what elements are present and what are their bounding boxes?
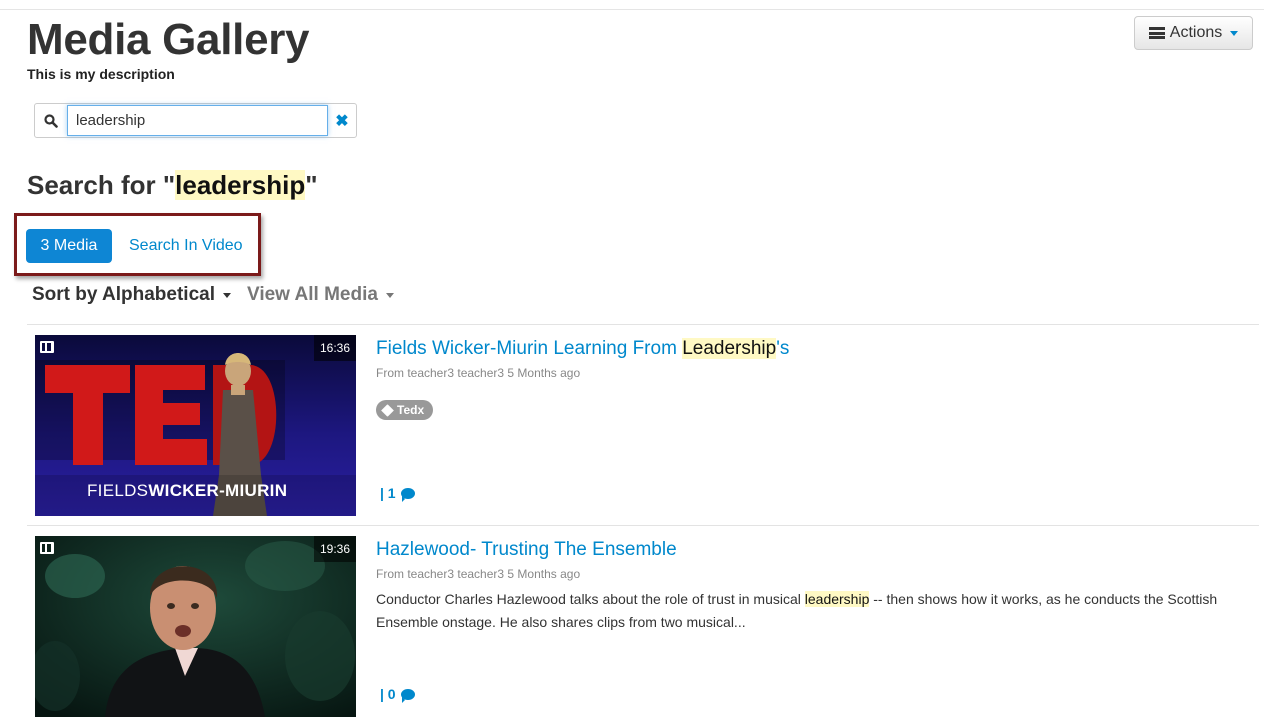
tag-icon bbox=[381, 403, 394, 417]
media-title-before: Fields Wicker-Miurin Learning From bbox=[376, 338, 683, 359]
sort-dropdown[interactable]: Sort by Alphabetical bbox=[32, 284, 231, 306]
list-divider bbox=[27, 525, 1259, 526]
duration-badge: 16:36 bbox=[313, 335, 356, 361]
comments-count[interactable]: | 0 bbox=[380, 686, 415, 703]
view-label: View All Media bbox=[247, 284, 378, 305]
comment-bubble-icon bbox=[400, 688, 415, 703]
thumbnail-caption-light: FIELDS bbox=[87, 481, 149, 500]
media-thumbnail[interactable]: FIELDSWICKER-MIURIN 16:36 bbox=[35, 335, 356, 516]
media-title-after: 's bbox=[776, 338, 790, 359]
search-icon bbox=[35, 104, 67, 137]
sort-toolbar: Sort by Alphabetical View All Media bbox=[32, 284, 394, 306]
duration-badge: 19:36 bbox=[313, 536, 356, 562]
tag-badge[interactable]: Tedx bbox=[376, 400, 434, 420]
search-heading-prefix: Search for " bbox=[27, 170, 176, 200]
search-heading-term: leadership bbox=[175, 170, 306, 200]
comment-bubble-icon bbox=[400, 487, 415, 502]
actions-button[interactable]: Actions bbox=[1134, 16, 1253, 50]
list-divider bbox=[27, 324, 1259, 325]
thumbnail-caption-bold: WICKER-MIURIN bbox=[148, 481, 288, 500]
top-divider bbox=[0, 9, 1264, 10]
comments-count-value: | 1 bbox=[380, 485, 396, 501]
list-icon bbox=[1148, 27, 1165, 39]
media-description-before: Conductor Charles Hazlewood talks about … bbox=[376, 591, 805, 607]
media-title-link[interactable]: Hazlewood- Trusting The Ensemble bbox=[376, 539, 677, 561]
page-description: This is my description bbox=[27, 66, 175, 82]
tab-media[interactable]: 3 Media bbox=[26, 229, 112, 263]
caret-down-icon bbox=[385, 292, 394, 298]
page-title: Media Gallery bbox=[27, 15, 310, 64]
search-results-heading: Search for "leadership" bbox=[27, 170, 318, 201]
search-input[interactable] bbox=[67, 105, 328, 136]
caret-down-icon bbox=[1230, 30, 1239, 36]
hazlewood-thumbnail-image bbox=[35, 536, 356, 717]
media-meta: From teacher3 teacher3 5 Months ago bbox=[376, 366, 581, 380]
caret-down-icon bbox=[223, 292, 231, 298]
sort-label: Sort by Alphabetical bbox=[32, 284, 215, 305]
search-bar: ✖ bbox=[34, 103, 357, 138]
media-title-link[interactable]: Fields Wicker-Miurin Learning From Leade… bbox=[376, 338, 789, 360]
film-icon bbox=[40, 341, 54, 353]
media-description-highlight: leadership bbox=[804, 591, 870, 607]
media-meta: From teacher3 teacher3 5 Months ago bbox=[376, 567, 581, 581]
tag-label: Tedx bbox=[397, 403, 425, 417]
tab-search-in-video[interactable]: Search In Video bbox=[129, 237, 243, 255]
media-description: Conductor Charles Hazlewood talks about … bbox=[376, 588, 1236, 634]
thumbnail-caption: FIELDSWICKER-MIURIN bbox=[87, 481, 287, 501]
clear-search-icon[interactable]: ✖ bbox=[328, 104, 356, 137]
media-thumbnail[interactable]: 19:36 bbox=[35, 536, 356, 717]
view-filter-dropdown[interactable]: View All Media bbox=[247, 284, 394, 306]
search-heading-suffix: " bbox=[305, 170, 318, 200]
comments-count[interactable]: | 1 bbox=[380, 485, 415, 502]
comments-count-value: | 0 bbox=[380, 686, 396, 702]
film-icon bbox=[40, 542, 54, 554]
actions-label: Actions bbox=[1169, 24, 1223, 41]
media-title-highlight: Leadership bbox=[682, 338, 777, 359]
